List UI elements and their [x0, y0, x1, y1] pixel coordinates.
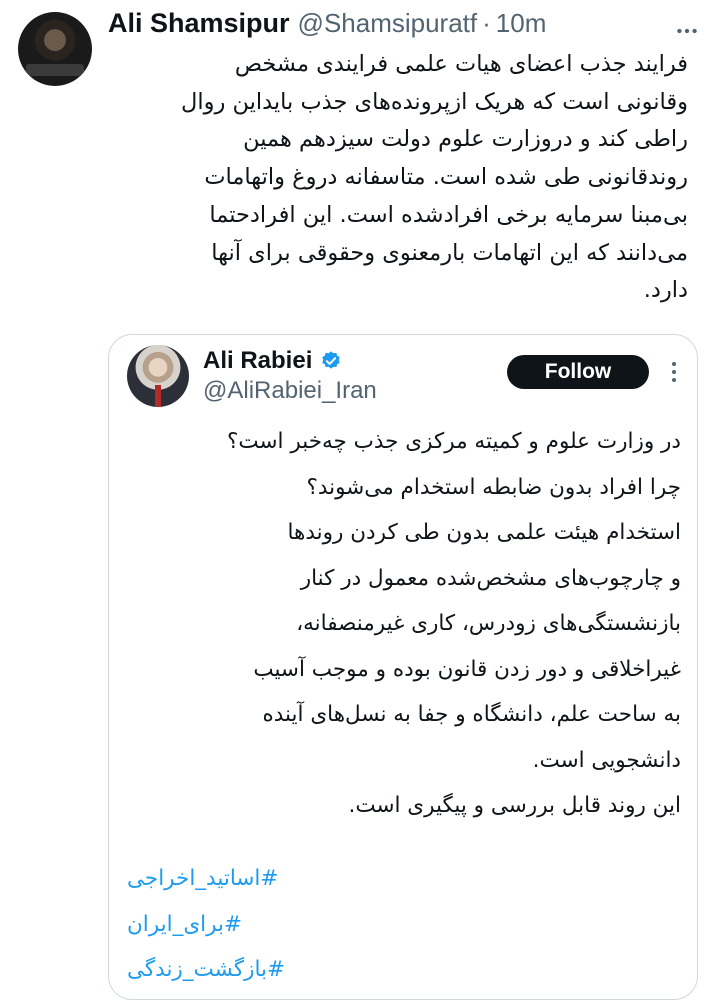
tweet-text: فرایند جذب اعضای هیات علمی فرایندی مشخص …	[104, 46, 688, 310]
microphone-icon	[68, 64, 76, 72]
microphone-icon	[50, 64, 58, 72]
author-avatar[interactable]	[18, 12, 92, 86]
tweet-text-line: وقانونی است که هریک ازپرونده‌های جذب بای…	[180, 88, 688, 115]
hashtag-link[interactable]: #برای_ایران	[127, 902, 437, 948]
tweet-text-line: می‌دانند که این اتهامات بارمعنوی وحقوقی …	[211, 239, 688, 266]
quoted-tweet-text-line: استخدام هیئت علمی بدون طی کردن روندها	[287, 520, 681, 545]
hashtag-list: #اساتید_اخراجی #برای_ایران #بازگشت_زندگی	[127, 856, 437, 993]
more-vertical-icon[interactable]	[661, 357, 687, 387]
hashtag-link[interactable]: #بازگشت_زندگی	[127, 947, 437, 993]
tweet-text-line: بی‌مبنا سرمایه برخی افرادشده است. این اف…	[209, 201, 688, 228]
tweet-timestamp[interactable]: 10m	[496, 8, 547, 39]
author-handle[interactable]: @Shamsipuratf	[298, 8, 478, 39]
follow-button[interactable]: Follow	[507, 355, 649, 389]
quoted-author-handle[interactable]: @AliRabiei_Iran	[203, 377, 377, 405]
quoted-tweet-text-line: و چارچوب‌های مشخص‌شده معمول در کنار	[300, 565, 681, 591]
quoted-tweet-text: در وزارت علوم و کمیته مرکزی جذب چه‌خبر ا…	[127, 419, 681, 829]
separator-dot: ·	[482, 8, 491, 38]
quoted-author-name-row: Ali Rabiei	[203, 347, 342, 375]
tweet-text-line: راطی کند و دروزارت علوم دولت سیزدهم همین	[243, 126, 688, 153]
quoted-tweet-text-line: بازنشستگی‌های زودرس، کاری غیرمنصفانه،	[296, 611, 681, 636]
tweet-header: Ali Shamsipur @Shamsipuratf · 10m	[108, 8, 546, 42]
more-horizontal-icon[interactable]	[672, 16, 702, 46]
more-horizontal-icon-svg	[677, 28, 697, 34]
tweet-text-line: روندقانونی طی شده است. متاسفانه دروغ وات…	[204, 164, 688, 191]
hashtag-link[interactable]: #اساتید_اخراجی	[127, 856, 437, 902]
microphone-icon	[32, 64, 40, 72]
quoted-author-display-name[interactable]: Ali Rabiei	[203, 347, 312, 375]
quoted-tweet-text-line: به ساحت علم، دانشگاه و جفا به نسل‌های آی…	[262, 702, 681, 727]
author-display-name[interactable]: Ali Shamsipur	[108, 8, 290, 39]
quoted-author-avatar[interactable]	[127, 345, 189, 407]
more-vertical-icon-svg	[672, 362, 676, 382]
quoted-tweet-text-line: چرا افراد بدون ضابطه استخدام می‌شوند؟	[306, 474, 681, 500]
quoted-tweet-text-line: در وزارت علوم و کمیته مرکزی جذب چه‌خبر ا…	[227, 429, 681, 454]
tweet-text-line: دارد.	[643, 277, 688, 304]
quoted-tweet-card[interactable]: Ali Rabiei @AliRabiei_Iran Follow در وزا…	[108, 334, 698, 1000]
verified-badge-icon	[322, 351, 341, 369]
quoted-tweet-text-line: غیراخلاقی و دور زدن قانون بوده و موجب آس…	[253, 656, 681, 682]
quoted-tweet-text-line: دانشجویی است.	[532, 747, 681, 773]
tweet: Ali Shamsipur @Shamsipuratf · 10m فرایند…	[0, 0, 716, 1004]
quoted-tweet-text-line: این روند قابل بررسی و پیگیری است.	[348, 793, 681, 818]
tweet-text-line: فرایند جذب اعضای هیات علمی فرایندی مشخص	[234, 51, 688, 77]
